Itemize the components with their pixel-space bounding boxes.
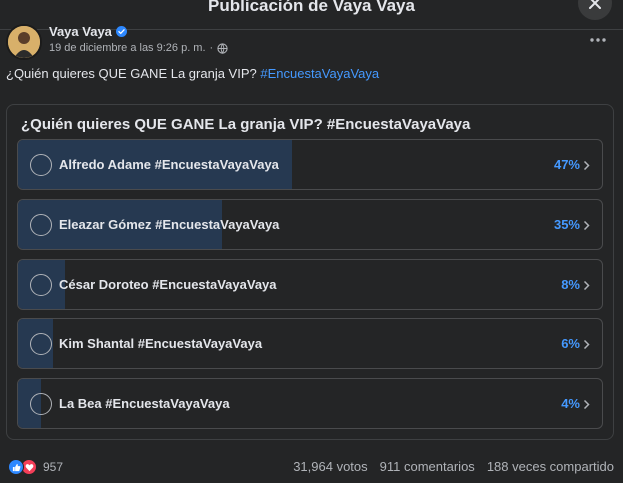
- more-options-button[interactable]: [586, 30, 610, 50]
- avatar-image: [8, 26, 40, 58]
- poll-option[interactable]: Eleazar Gómez #EncuestaVayaVaya 35%: [17, 199, 603, 250]
- poll-option[interactable]: César Doroteo #EncuestaVayaVaya 8%: [17, 259, 603, 310]
- post-modal: Publicación de Vaya Vaya Vaya Vaya 19 de…: [0, 0, 623, 483]
- post-text: ¿Quién quieres QUE GANE La granja VIP? #…: [6, 66, 379, 81]
- verified-icon: [116, 26, 127, 37]
- poll-option[interactable]: La Bea #EncuestaVayaVaya 4%: [17, 378, 603, 429]
- poll-option-percent: 6%: [561, 336, 580, 351]
- close-icon: [589, 0, 601, 9]
- post-meta: 19 de diciembre a las 9:26 p. m. ·: [49, 42, 228, 54]
- post-stats: 31,964 votos 911 comentarios 188 veces c…: [293, 459, 614, 474]
- more-icon: [590, 38, 606, 42]
- radio-icon[interactable]: [30, 214, 52, 236]
- poll-option-label: Eleazar Gómez #EncuestaVayaVaya: [59, 217, 280, 232]
- poll-option-label: La Bea #EncuestaVayaVaya: [59, 396, 230, 411]
- chevron-right-icon: [583, 220, 590, 231]
- reactions-summary[interactable]: 957: [8, 459, 63, 475]
- comments-count[interactable]: 911 comentarios: [380, 459, 475, 474]
- poll-option-label: Alfredo Adame #EncuestaVayaVaya: [59, 157, 279, 172]
- author-name[interactable]: Vaya Vaya: [49, 24, 112, 39]
- globe-icon: [217, 42, 228, 54]
- poll-option-percent: 8%: [561, 277, 580, 292]
- votes-count[interactable]: 31,964 votos: [293, 459, 367, 474]
- post-text-body: ¿Quién quieres QUE GANE La granja VIP?: [6, 66, 257, 81]
- radio-icon[interactable]: [30, 154, 52, 176]
- poll-option-percent: 35%: [553, 217, 580, 232]
- poll-question: ¿Quién quieres QUE GANE La granja VIP? #…: [21, 116, 471, 133]
- modal-title: Publicación de Vaya Vaya: [208, 0, 415, 15]
- chevron-right-icon: [583, 399, 590, 410]
- poll-card: ¿Quién quieres QUE GANE La granja VIP? #…: [6, 104, 614, 440]
- like-icon: [8, 459, 24, 475]
- chevron-right-icon: [583, 160, 590, 171]
- poll-option-label: Kim Shantal #EncuestaVayaVaya: [59, 336, 263, 351]
- poll-option-percent: 47%: [553, 157, 580, 172]
- poll-option-label: César Doroteo #EncuestaVayaVaya: [59, 277, 277, 292]
- radio-icon[interactable]: [30, 333, 52, 355]
- post-timestamp[interactable]: 19 de diciembre a las 9:26 p. m.: [49, 42, 206, 54]
- avatar[interactable]: [6, 24, 42, 60]
- post-hashtag-link[interactable]: #EncuestaVayaVaya: [260, 66, 379, 81]
- reaction-count: 957: [43, 460, 64, 474]
- radio-icon[interactable]: [30, 393, 52, 415]
- poll-option-percent: 4%: [561, 396, 580, 411]
- poll-option[interactable]: Kim Shantal #EncuestaVayaVaya 6%: [17, 318, 603, 369]
- radio-icon[interactable]: [30, 274, 52, 296]
- shares-count[interactable]: 188 veces compartido: [487, 459, 614, 474]
- meta-separator: ·: [209, 42, 214, 54]
- close-button[interactable]: [578, 0, 612, 20]
- chevron-right-icon: [583, 280, 590, 291]
- poll-option[interactable]: Alfredo Adame #EncuestaVayaVaya 47%: [17, 139, 603, 190]
- chevron-right-icon: [583, 339, 590, 350]
